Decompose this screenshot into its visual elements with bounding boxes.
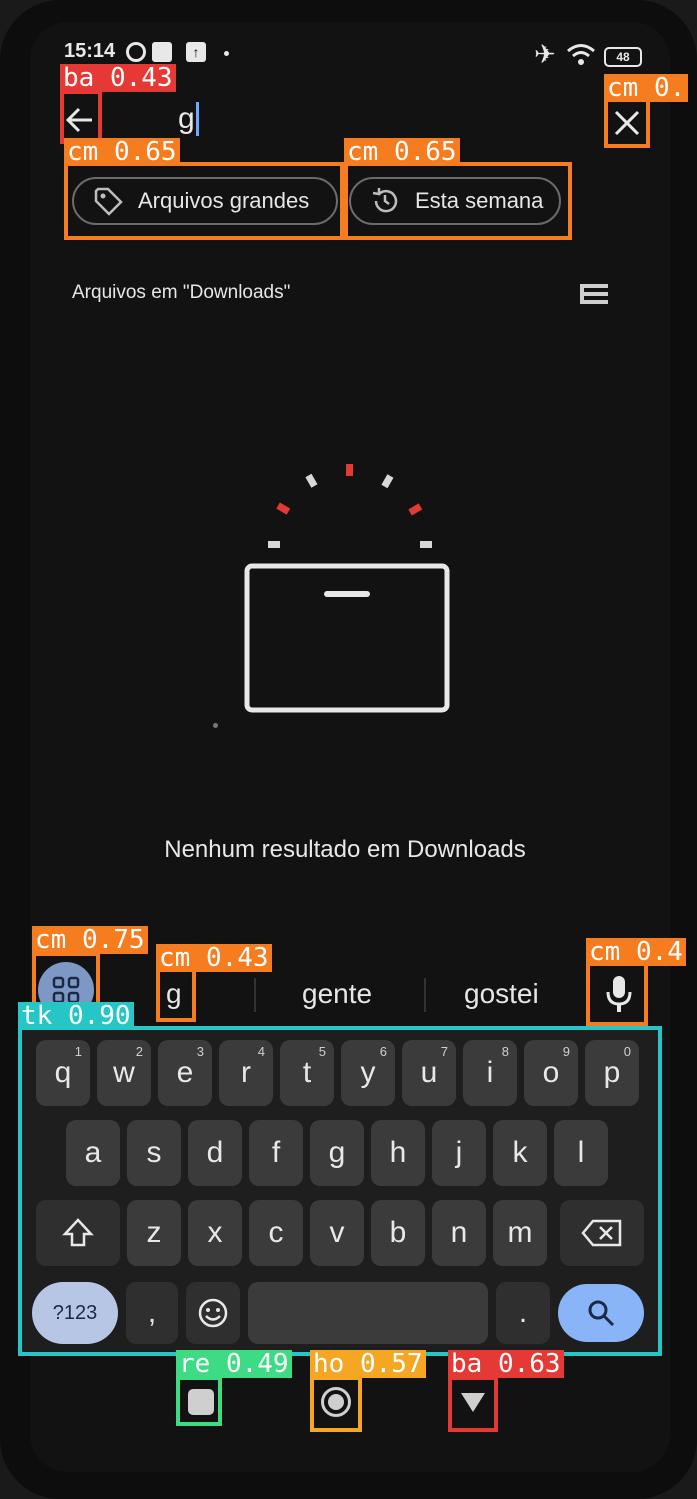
detection-box — [176, 1376, 222, 1426]
battery-level: 48 — [616, 50, 630, 64]
detection-label: ba 0.63 — [448, 1350, 564, 1378]
wifi-icon — [567, 44, 595, 65]
suggestion-divider — [254, 978, 256, 1012]
detection-box — [60, 90, 102, 144]
detection-label: ho 0.57 — [310, 1350, 426, 1378]
detection-box — [448, 1376, 498, 1432]
status-time: 15:14 — [64, 40, 116, 62]
detection-label: tk 0.90 — [18, 1002, 134, 1030]
battery-icon: 48 — [604, 47, 642, 67]
detection-label: cm 0.65 — [344, 138, 460, 166]
decorative-dot — [213, 723, 218, 728]
detection-box — [18, 1026, 662, 1356]
settings-status-icon — [126, 42, 146, 62]
search-input[interactable]: g — [108, 98, 588, 140]
detection-box — [604, 98, 650, 148]
airplane-icon: ✈ — [534, 39, 556, 69]
list-view-icon[interactable] — [580, 282, 608, 308]
text-cursor — [196, 102, 199, 136]
detection-box — [344, 162, 572, 240]
detection-box — [64, 162, 344, 240]
detection-label: cm 0.43 — [156, 944, 272, 972]
suggestion-item[interactable]: gente — [302, 978, 372, 1010]
section-title: Arquivos em "Downloads" — [72, 282, 291, 303]
upload-status-icon: ↑ — [186, 42, 206, 62]
app-status-icon — [152, 42, 172, 62]
suggestion-divider — [424, 978, 426, 1012]
detection-label: ba 0.43 — [60, 64, 176, 92]
detection-label: re 0.49 — [176, 1350, 292, 1378]
empty-state-message: Nenhum resultado em Downloads — [164, 836, 526, 863]
detection-label: cm 0. — [604, 74, 689, 102]
notification-dot-icon — [224, 51, 229, 56]
detection-label: cm 0.75 — [32, 926, 148, 954]
detection-box — [310, 1376, 362, 1432]
detection-label: cm 0.65 — [64, 138, 180, 166]
detection-box — [156, 968, 196, 1022]
detection-label: cm 0.4 — [586, 938, 686, 966]
detection-box — [586, 962, 648, 1026]
empty-box-illustration — [244, 464, 450, 713]
suggestion-item[interactable]: gostei — [464, 978, 539, 1010]
search-query: g — [178, 102, 195, 135]
